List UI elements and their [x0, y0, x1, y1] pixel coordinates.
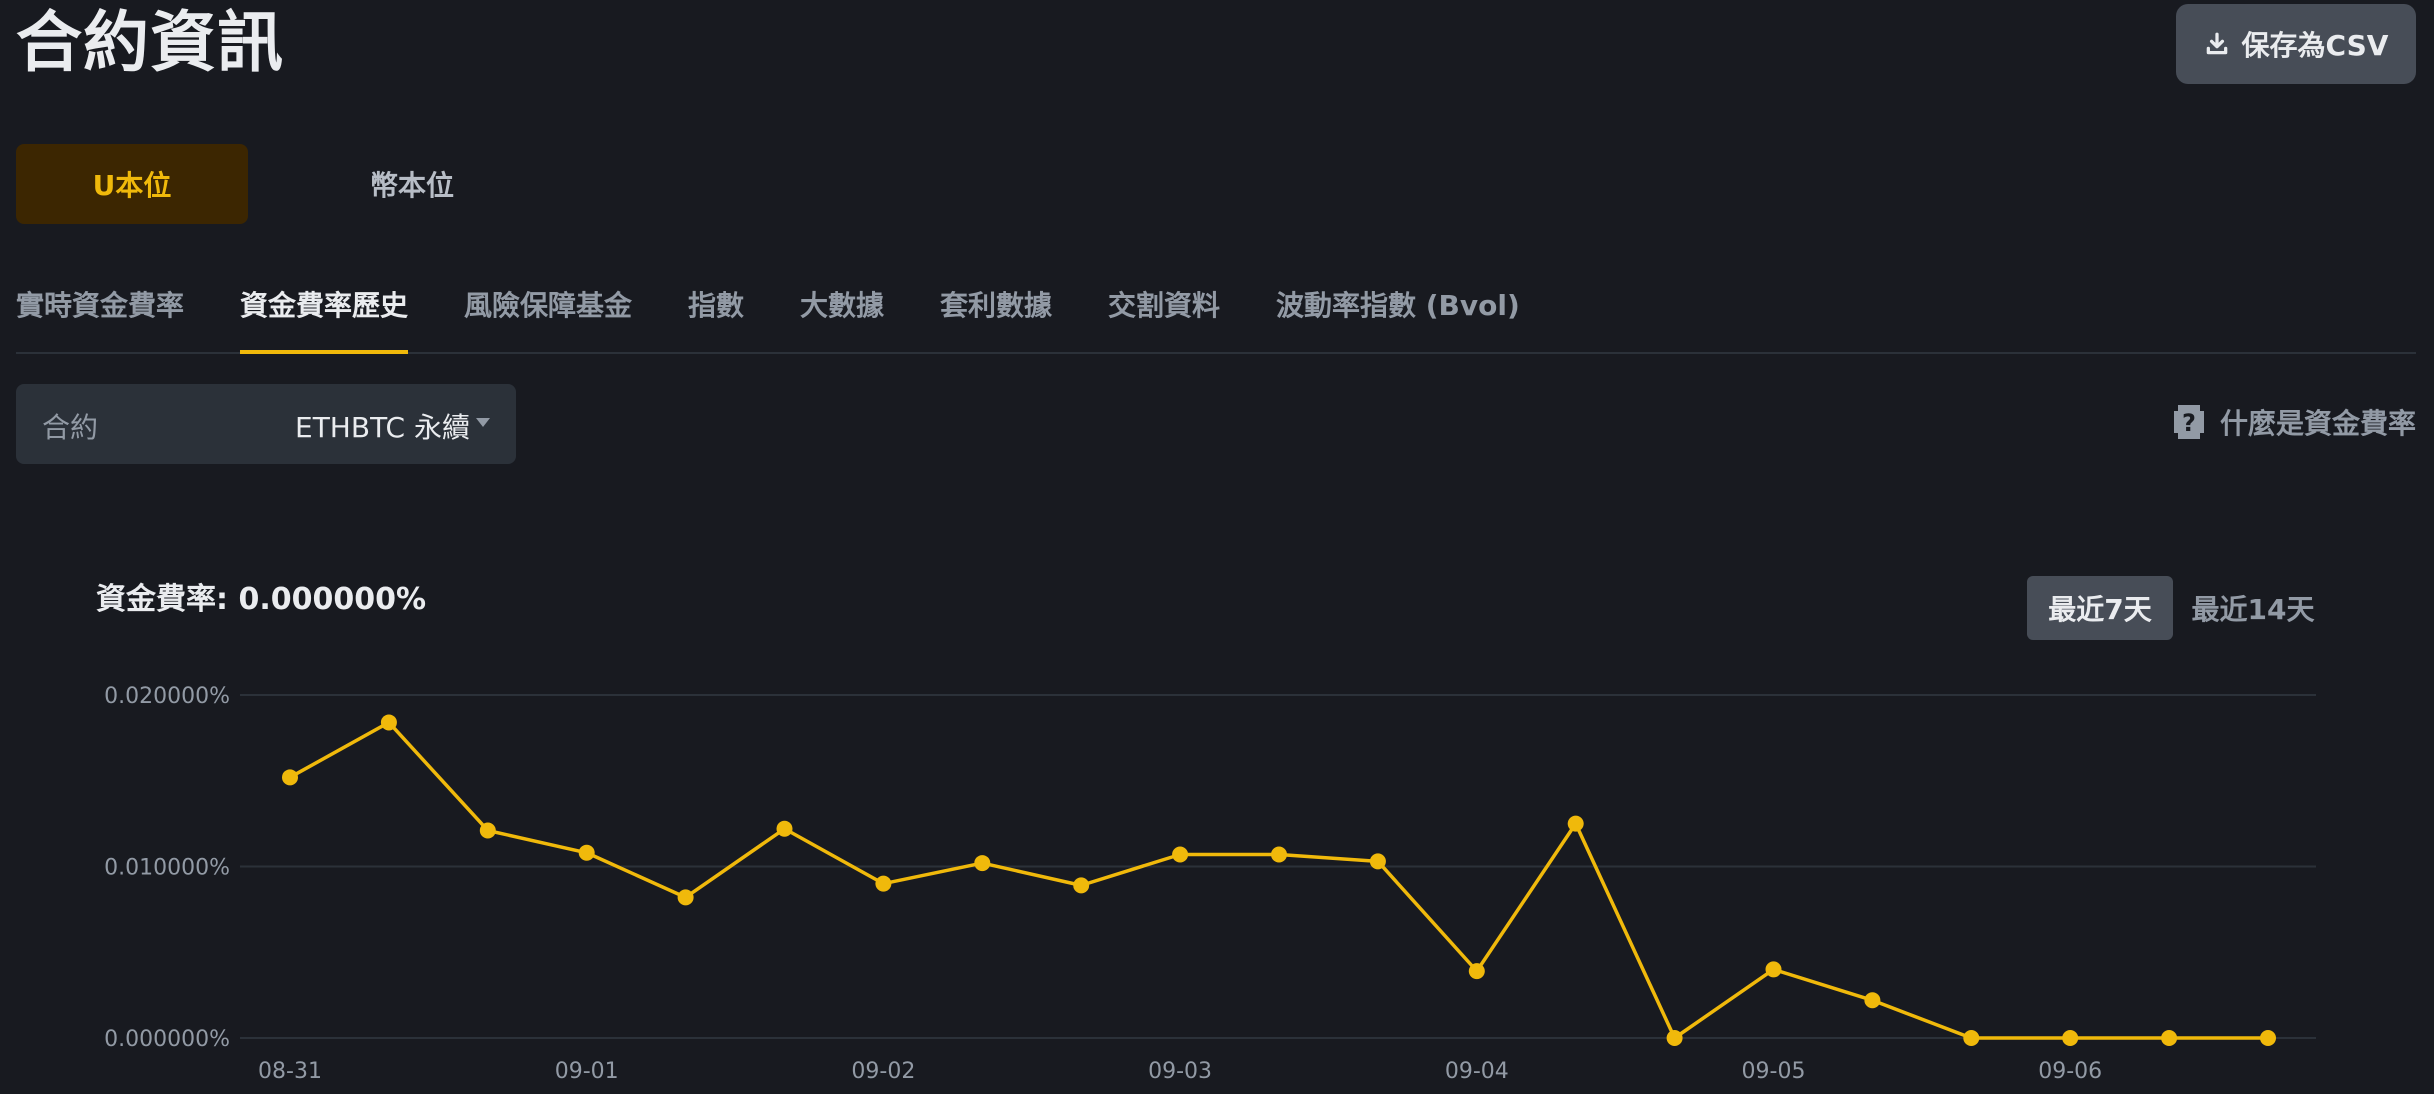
tab-index[interactable]: 指數	[688, 284, 744, 352]
tab-volatility-index[interactable]: 波動率指數 (Bvol)	[1276, 284, 1520, 352]
x-tick-label: 08-31	[258, 1059, 322, 1084]
data-point	[578, 844, 595, 861]
data-point	[1271, 846, 1287, 863]
data-point	[1963, 1030, 1980, 1046]
margin-mode-usdt[interactable]: U本位	[16, 144, 248, 224]
x-tick-label: 09-06	[2038, 1059, 2102, 1084]
help-label: 什麼是資金費率	[2219, 407, 2416, 440]
page: 合約資訊 保存為CSV U本位 幣本位 實時資金費率 資金費率歷史 風險保障基金…	[0, 0, 2434, 1094]
x-tick-label: 09-05	[1742, 1059, 1806, 1084]
x-tick-label: 09-03	[1148, 1059, 1212, 1084]
data-point	[282, 769, 298, 786]
data-point	[2260, 1030, 2276, 1046]
range-14d-button[interactable]: 最近14天	[2186, 576, 2320, 640]
tab-arbitrage-data[interactable]: 套利數據	[940, 284, 1052, 352]
x-tick-label: 09-02	[851, 1059, 915, 1084]
tab-insurance-fund[interactable]: 風險保障基金	[464, 284, 632, 352]
y-tick-label: 0.010000%	[104, 856, 230, 881]
data-point	[1666, 1030, 1683, 1046]
data-point	[2161, 1030, 2178, 1046]
contract-select[interactable]: 合約 ETHBTC 永續	[16, 384, 516, 464]
data-point	[1765, 961, 1782, 978]
data-point	[875, 875, 892, 892]
svg-text:?: ?	[2182, 409, 2196, 437]
download-icon	[2206, 32, 2227, 55]
tab-realtime-funding[interactable]: 實時資金費率	[16, 284, 184, 352]
page-title: 合約資訊	[16, 4, 284, 81]
data-point	[677, 889, 694, 906]
save-csv-button[interactable]: 保存為CSV	[2176, 4, 2416, 84]
data-point	[1567, 815, 1584, 832]
question-icon: ?	[2173, 405, 2204, 439]
data-point	[1369, 853, 1386, 870]
funding-rate-readout: 資金費率: 0.000000%	[96, 582, 427, 617]
data-point	[380, 714, 397, 731]
data-point	[1468, 963, 1485, 980]
y-tick-label: 0.020000%	[104, 684, 230, 709]
x-tick-label: 09-01	[555, 1059, 619, 1084]
data-point	[1864, 992, 1881, 1009]
funding-rate-chart: 0.020000% 0.010000% 0.000000% 08-31 09-01 09-…	[104, 684, 2316, 1084]
margin-mode-coin[interactable]: 幣本位	[296, 144, 528, 224]
data-point	[1073, 877, 1090, 894]
data-point	[776, 820, 793, 837]
data-point	[2062, 1030, 2079, 1046]
chevron-down-icon	[476, 418, 490, 427]
data-point	[1172, 846, 1189, 863]
data-point	[974, 855, 991, 872]
tab-big-data[interactable]: 大數據	[800, 284, 884, 352]
y-tick-label: 0.000000%	[104, 1027, 230, 1052]
funding-rate-line	[289, 720, 2268, 1040]
tab-delivery-data[interactable]: 交割資料	[1108, 284, 1220, 352]
funding-rate-help-link[interactable]: ? 什麼是資金費率	[2172, 402, 2416, 442]
save-csv-label: 保存為CSV	[2241, 29, 2389, 62]
tab-funding-history[interactable]: 資金費率歷史	[240, 284, 409, 354]
x-tick-label: 09-04	[1445, 1059, 1509, 1084]
contract-value: ETHBTC 永續	[295, 411, 470, 444]
range-7d-button[interactable]: 最近7天	[2027, 576, 2173, 640]
contract-label: 合約	[42, 411, 99, 444]
tab-bar: 實時資金費率 資金費率歷史 風險保障基金 指數 大數據 套利數據 交割資料 波動…	[16, 276, 2416, 354]
data-point	[479, 822, 496, 839]
